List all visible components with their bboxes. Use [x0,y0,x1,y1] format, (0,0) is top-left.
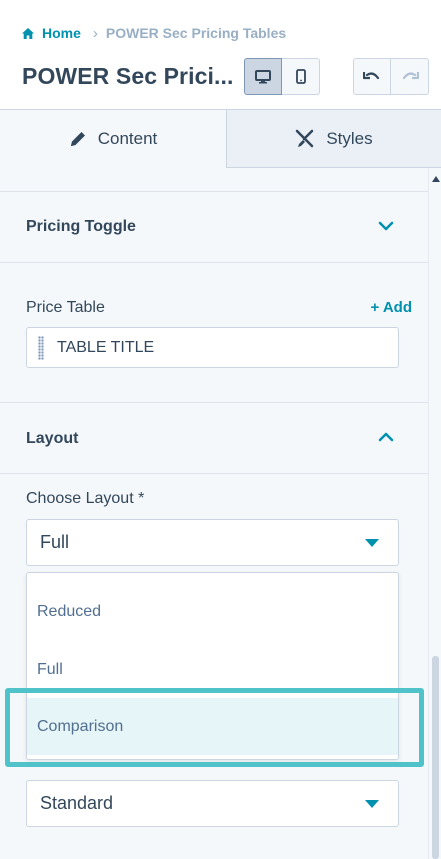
caret-down-icon [365,539,379,547]
pencil-icon [70,132,85,146]
tab-content-label: Content [97,129,158,148]
choose-layout-value: Full [40,532,70,552]
scrollbar-thumb[interactable] [432,656,439,859]
panel-scrollbar[interactable] [428,168,441,859]
drag-handle-icon[interactable] [38,335,44,360]
style-select-value: Standard [40,793,114,813]
breadcrumb: Home › POWER Sec Pricing Tables [22,24,286,42]
chevron-down-icon[interactable] [378,221,394,231]
section-divider [0,473,428,474]
choose-layout-select[interactable]: Full [26,519,399,566]
redo-icon [402,71,419,79]
style-select[interactable]: Standard [26,780,399,827]
highlight-callout-box [5,688,424,767]
page-title: POWER Sec Prici... [22,63,234,89]
desktop-icon [255,69,271,83]
undo-button[interactable] [353,58,391,95]
dropdown-option-reduced[interactable]: Reduced [27,583,398,640]
section-divider [0,402,428,403]
caret-down-icon [365,800,379,808]
chevron-up-icon[interactable] [378,432,394,442]
scroll-up-arrow-icon[interactable] [432,176,440,182]
editor-header: Home › POWER Sec Pricing Tables POWER Se… [0,0,441,110]
breadcrumb-current: POWER Sec Pricing Tables [105,25,287,41]
tab-styles-label: Styles [326,128,373,148]
price-table-label: Price Table [26,299,105,316]
device-preview-toggle [244,58,320,95]
redo-button[interactable] [391,58,429,95]
section-divider [0,262,428,263]
editor-tabs: Content Styles [0,110,441,168]
desktop-preview-button[interactable] [244,58,282,95]
layout-section-header[interactable]: Layout [26,430,78,448]
price-table-item[interactable]: TABLE TITLE [26,327,399,368]
breadcrumb-separator: › [92,24,98,42]
tab-content[interactable]: Content [0,110,226,168]
section-divider [0,191,428,192]
mobile-preview-button[interactable] [282,58,320,95]
add-price-table-button[interactable]: + Add [370,299,412,316]
tab-styles[interactable]: Styles [226,110,441,168]
price-table-item-label: TABLE TITLE [57,338,155,356]
choose-layout-label: Choose Layout * [26,490,145,507]
home-icon [22,27,34,39]
brush-icon [296,129,314,147]
history-controls [353,58,429,95]
mobile-icon [295,69,306,84]
pricing-toggle-section-header[interactable]: Pricing Toggle [26,218,136,236]
breadcrumb-home-link[interactable]: Home [22,25,81,41]
undo-icon [363,71,380,79]
breadcrumb-home-label: Home [42,25,81,41]
